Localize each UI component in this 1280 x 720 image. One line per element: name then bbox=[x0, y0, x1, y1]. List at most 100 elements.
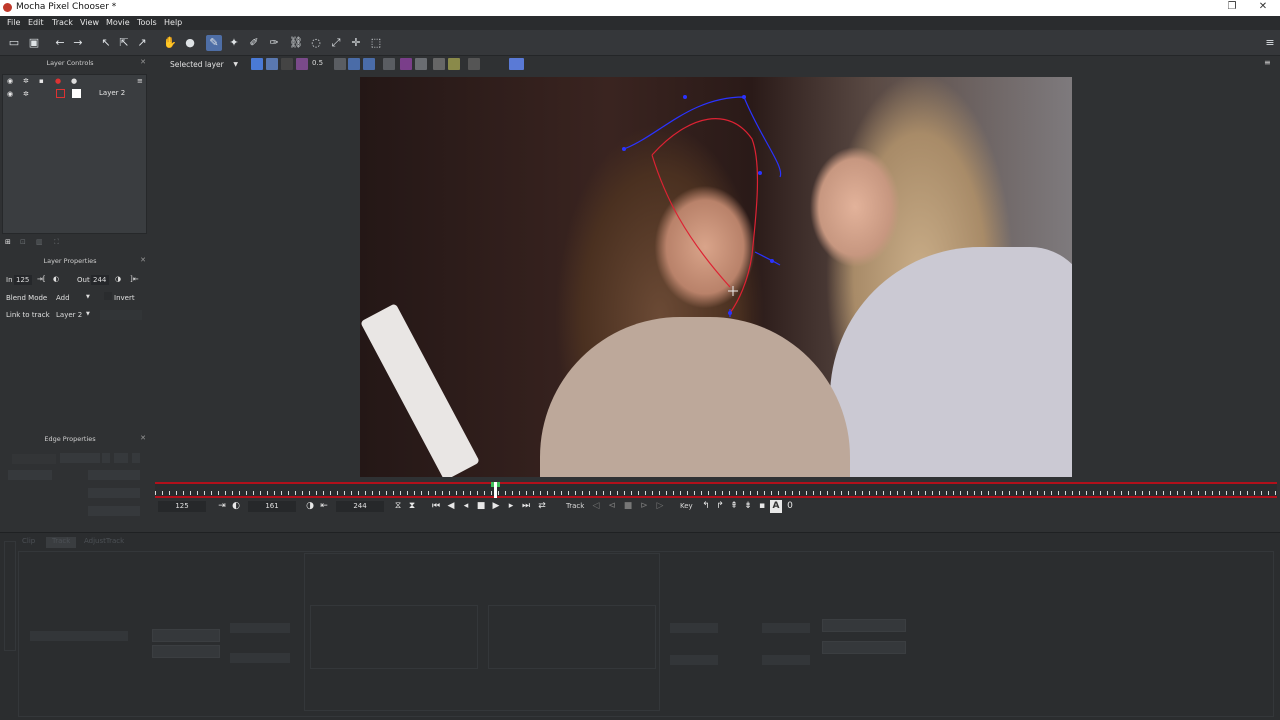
planar-icon[interactable] bbox=[415, 58, 427, 70]
overlay-icon[interactable] bbox=[281, 58, 293, 70]
tab-adjusttrack[interactable]: AdjustTrack bbox=[84, 537, 124, 548]
export-shape-button[interactable] bbox=[822, 641, 906, 654]
keyframe-menu-icon[interactable]: ▪ bbox=[756, 500, 768, 513]
reset-key-icon[interactable]: 0 bbox=[784, 500, 796, 513]
delete-key-icon[interactable]: ⇞ bbox=[728, 500, 740, 513]
menu-movie[interactable]: Movie bbox=[106, 18, 130, 27]
fit-range-icon[interactable]: ⧖ bbox=[392, 500, 404, 513]
save-icon[interactable]: ▣ bbox=[26, 35, 42, 51]
viewer[interactable] bbox=[150, 73, 1280, 481]
next-key-icon[interactable]: ⇟ bbox=[742, 500, 754, 513]
track-step-forward-icon[interactable]: ⊳ bbox=[638, 500, 650, 513]
edge-width-up[interactable] bbox=[132, 453, 140, 463]
search-angle[interactable] bbox=[670, 655, 718, 665]
edge-feather-field[interactable] bbox=[88, 470, 140, 480]
track-forward-icon[interactable]: ▷ bbox=[654, 500, 666, 513]
edge-quality-field[interactable] bbox=[88, 506, 140, 516]
side-tab[interactable] bbox=[4, 541, 16, 651]
menu-edit[interactable]: Edit bbox=[28, 18, 44, 27]
export-tracking-button[interactable] bbox=[822, 619, 906, 632]
edge-width-down[interactable] bbox=[102, 453, 110, 463]
set-edge-width-button[interactable] bbox=[8, 470, 52, 480]
set-out-icon[interactable]: ]⇤ bbox=[130, 275, 139, 283]
restore-button[interactable]: ❐ bbox=[1222, 1, 1242, 14]
lasso-icon[interactable]: ◌ bbox=[308, 35, 324, 51]
timeline[interactable] bbox=[155, 482, 1277, 498]
step-back-icon[interactable]: ◀ bbox=[445, 500, 457, 513]
add-bezier-icon[interactable]: ✑ bbox=[266, 35, 282, 51]
redo-icon[interactable]: → bbox=[70, 35, 86, 51]
clip-select[interactable] bbox=[30, 631, 128, 641]
playhead[interactable] bbox=[494, 482, 497, 498]
goto-out-icon[interactable]: ◑ bbox=[115, 275, 121, 283]
menu-view[interactable]: View bbox=[80, 18, 99, 27]
track-step-back-icon[interactable]: ⊲ bbox=[606, 500, 618, 513]
brush-icon[interactable] bbox=[433, 58, 445, 70]
goto-in-icon[interactable]: ◐ bbox=[230, 500, 242, 513]
current-frame-field[interactable]: 161 bbox=[248, 501, 296, 512]
show-layer-icon[interactable] bbox=[334, 58, 346, 70]
spline-point[interactable] bbox=[758, 171, 762, 175]
edge-width-step[interactable] bbox=[114, 453, 128, 463]
first-frame-icon[interactable]: ⏮ bbox=[430, 500, 442, 513]
zoom-tool-icon[interactable]: ● bbox=[182, 35, 198, 51]
select-points-icon[interactable]: ⇱ bbox=[116, 35, 132, 51]
track-stop-icon[interactable]: ■ bbox=[622, 500, 634, 513]
loop-icon[interactable]: ⇄ bbox=[536, 500, 548, 513]
open-folder-icon[interactable]: ▭ bbox=[6, 35, 22, 51]
list-menu-icon[interactable]: ≡ bbox=[137, 77, 145, 85]
duplicate-layer-icon[interactable]: ⊡ bbox=[20, 238, 28, 246]
proxy-icon[interactable] bbox=[509, 58, 524, 70]
tab-clip[interactable]: Clip bbox=[22, 537, 35, 548]
trace-icon[interactable] bbox=[400, 58, 412, 70]
prev-key-icon[interactable]: ↰ bbox=[700, 500, 712, 513]
close-icon[interactable]: ✕ bbox=[140, 434, 146, 442]
step-forward-icon[interactable]: ▸ bbox=[505, 500, 517, 513]
undo-icon[interactable]: ← bbox=[52, 35, 68, 51]
spline-point[interactable] bbox=[683, 95, 687, 99]
edge-pixels-field[interactable] bbox=[88, 488, 140, 498]
fit-zoom-icon[interactable]: ⧗ bbox=[406, 500, 418, 513]
bezier-tool-icon[interactable]: ✐ bbox=[246, 35, 262, 51]
spline-point[interactable] bbox=[622, 147, 626, 151]
spline-point[interactable] bbox=[770, 259, 774, 263]
blur-field[interactable] bbox=[230, 623, 290, 633]
set-in-icon[interactable]: ⇥[ bbox=[37, 275, 46, 283]
cog-icon[interactable]: ✲ bbox=[23, 90, 31, 98]
layer-name[interactable]: Layer 2 bbox=[99, 89, 125, 97]
xspline-tool-icon[interactable]: ✎ bbox=[206, 35, 222, 51]
add-layer-icon[interactable]: ⊞ bbox=[5, 238, 13, 246]
add-key-icon[interactable]: ↱ bbox=[714, 500, 726, 513]
snap-icon[interactable] bbox=[448, 58, 460, 70]
layer-row[interactable]: ◉ ✲ Layer 2 bbox=[3, 88, 146, 100]
spline-point[interactable] bbox=[728, 311, 732, 315]
menu-tools[interactable]: Tools bbox=[137, 18, 157, 27]
set-out-point-icon[interactable]: ⇤ bbox=[318, 500, 330, 513]
track-backward-icon[interactable]: ◁ bbox=[590, 500, 602, 513]
in-field[interactable]: 125 bbox=[14, 275, 32, 285]
goto-in-icon[interactable]: ◐ bbox=[53, 275, 59, 283]
edge-width-field[interactable] bbox=[60, 453, 100, 463]
close-icon[interactable]: ✕ bbox=[140, 58, 146, 66]
show-grid-icon[interactable] bbox=[363, 58, 375, 70]
search-area-y[interactable] bbox=[762, 623, 810, 633]
delete-layer-icon[interactable]: ▥ bbox=[36, 238, 44, 246]
search-area-x[interactable] bbox=[670, 623, 718, 633]
menu-file[interactable]: File bbox=[7, 18, 20, 27]
play-forward-icon[interactable]: ▶ bbox=[490, 500, 502, 513]
layer-color-swatch[interactable] bbox=[56, 89, 65, 98]
last-frame-icon[interactable]: ⏭ bbox=[520, 500, 532, 513]
alpha-view-icon[interactable] bbox=[266, 58, 278, 70]
menu-help[interactable]: Help bbox=[164, 18, 182, 27]
show-surface-icon[interactable] bbox=[348, 58, 360, 70]
autokey-icon[interactable]: A bbox=[770, 500, 782, 513]
select-multi-icon[interactable]: ↗ bbox=[134, 35, 150, 51]
select-tool-icon[interactable]: ↖ bbox=[98, 35, 114, 51]
video-frame[interactable] bbox=[360, 77, 1072, 477]
spline-point[interactable] bbox=[742, 95, 746, 99]
settings-icon[interactable] bbox=[468, 58, 480, 70]
stop-icon[interactable]: ■ bbox=[475, 500, 487, 513]
play-backward-icon[interactable]: ◂ bbox=[460, 500, 472, 513]
rgb-view-icon[interactable] bbox=[251, 58, 263, 70]
auto-channel-option[interactable] bbox=[152, 645, 220, 658]
